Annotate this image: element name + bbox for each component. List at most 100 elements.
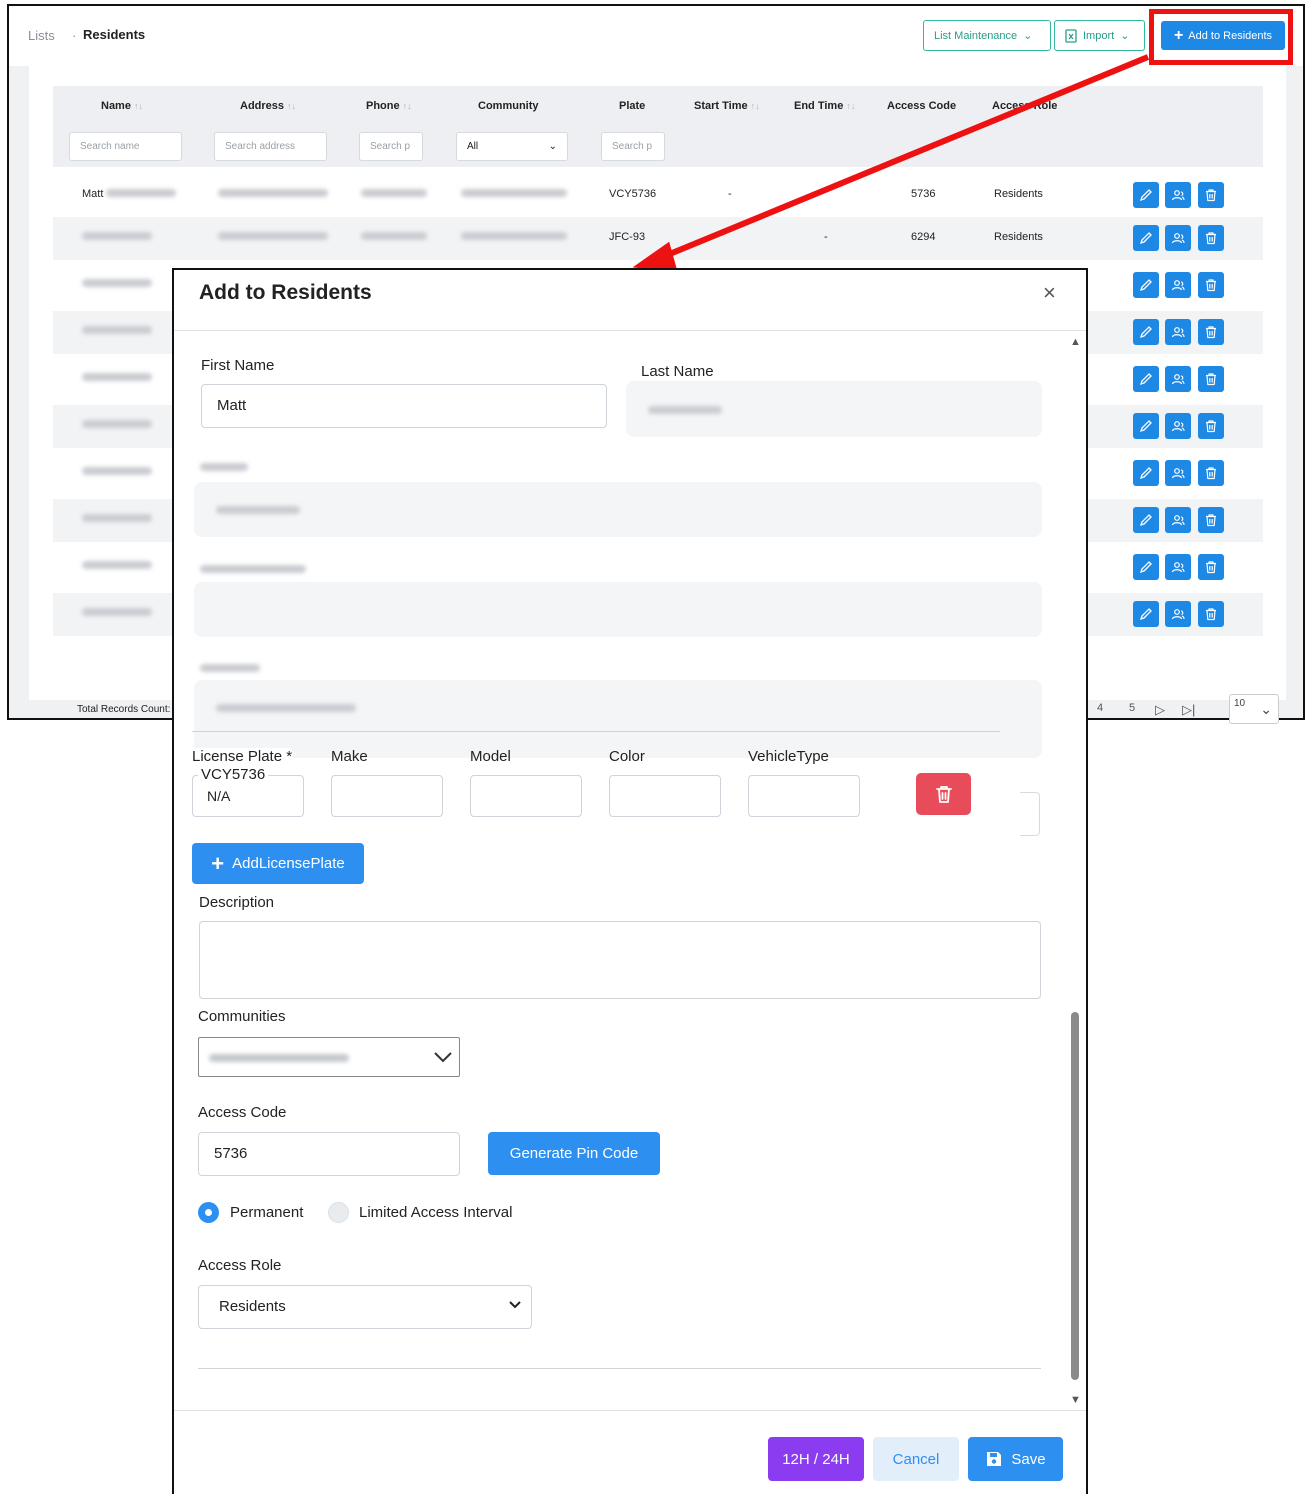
column-header-name[interactable]: Name ↑↓ — [101, 100, 143, 112]
column-header-phone[interactable]: Phone ↑↓ — [366, 100, 412, 112]
manage-users-button[interactable] — [1165, 507, 1191, 533]
cell-name — [82, 325, 152, 337]
manage-users-button[interactable] — [1165, 182, 1191, 208]
access-role-value: Residents — [219, 1298, 286, 1315]
communities-select[interactable] — [198, 1037, 460, 1077]
edit-button[interactable] — [1133, 413, 1159, 439]
address-input[interactable] — [194, 680, 1042, 758]
last-name-input[interactable] — [626, 381, 1042, 437]
delete-button[interactable] — [1198, 554, 1224, 580]
description-textarea[interactable] — [199, 921, 1041, 999]
access-code-input[interactable]: 5736 — [198, 1132, 460, 1176]
edit-button[interactable] — [1133, 366, 1159, 392]
edit-button[interactable] — [1133, 601, 1159, 627]
delete-button[interactable] — [1198, 272, 1224, 298]
manage-users-button[interactable] — [1165, 601, 1191, 627]
access-role-label: Access Role — [198, 1257, 282, 1274]
delete-button[interactable] — [1198, 366, 1224, 392]
time-format-toggle-button[interactable]: 12H / 24H — [768, 1437, 864, 1481]
redacted-text — [200, 565, 306, 573]
cell-access-code: 6294 — [911, 231, 936, 243]
manage-users-button[interactable] — [1165, 366, 1191, 392]
delete-button[interactable] — [1198, 507, 1224, 533]
add-license-plate-button[interactable]: + AddLicensePlate — [192, 843, 364, 884]
cell-access-code: 5736 — [911, 188, 936, 200]
delete-button[interactable] — [1198, 460, 1224, 486]
users-icon — [1171, 468, 1185, 479]
generate-pin-code-button[interactable]: Generate Pin Code — [488, 1132, 660, 1175]
cancel-button[interactable]: Cancel — [873, 1437, 959, 1481]
delete-button[interactable] — [1198, 319, 1224, 345]
import-button[interactable]: Import ⌄ — [1054, 20, 1145, 51]
background-field-edge — [1020, 792, 1040, 836]
breadcrumb-lists[interactable]: Lists — [28, 28, 55, 43]
edit-button[interactable] — [1133, 554, 1159, 580]
redacted-text — [82, 561, 152, 569]
page-5-link[interactable]: 5 — [1129, 702, 1135, 714]
color-input[interactable] — [609, 775, 721, 817]
scrollbar-thumb[interactable] — [1071, 1012, 1079, 1380]
vehicle-type-input[interactable] — [748, 775, 860, 817]
search-address-input[interactable]: Search address — [214, 132, 327, 161]
permanent-radio[interactable] — [198, 1202, 219, 1223]
scroll-down-icon[interactable]: ▼ — [1070, 1394, 1081, 1406]
limited-access-radio[interactable] — [328, 1202, 349, 1223]
delete-button[interactable] — [1198, 601, 1224, 627]
community-filter-select[interactable]: All ⌄ — [456, 132, 568, 161]
scroll-up-icon[interactable]: ▲ — [1070, 336, 1081, 348]
trash-icon — [1206, 514, 1216, 527]
top-bar: Lists · Residents List Maintenance ⌄ Imp… — [9, 6, 1303, 66]
edit-button[interactable] — [1133, 272, 1159, 298]
license-plate-label: License Plate * — [192, 748, 293, 765]
manage-users-button[interactable] — [1165, 413, 1191, 439]
modal-footer-divider — [174, 1410, 1086, 1411]
cell-phone — [361, 231, 427, 243]
list-maintenance-button[interactable]: List Maintenance ⌄ — [923, 20, 1051, 51]
next-page-icon[interactable]: ▷ — [1155, 702, 1165, 718]
page-size-select[interactable]: 10 ⌄ — [1229, 694, 1279, 724]
column-header-end-time[interactable]: End Time ↑↓ — [794, 100, 855, 112]
edit-button[interactable] — [1133, 319, 1159, 345]
phone-label-redacted — [194, 455, 254, 479]
color-label: Color — [609, 748, 645, 765]
edit-button[interactable] — [1133, 182, 1159, 208]
pencil-icon — [1139, 608, 1152, 621]
trash-icon — [1206, 326, 1216, 339]
search-name-input[interactable]: Search name — [69, 132, 182, 161]
search-phone-input[interactable]: Search p — [359, 132, 423, 161]
search-plate-input[interactable]: Search p — [601, 132, 665, 161]
manage-users-button[interactable] — [1165, 225, 1191, 251]
delete-button[interactable] — [1198, 413, 1224, 439]
access-code-label: Access Code — [198, 1104, 287, 1121]
email-input[interactable] — [194, 582, 1042, 637]
column-header-address[interactable]: Address ↑↓ — [240, 100, 296, 112]
trash-icon — [1206, 561, 1216, 574]
make-input[interactable] — [331, 775, 443, 817]
phone-input[interactable] — [194, 482, 1042, 537]
manage-users-button[interactable] — [1165, 554, 1191, 580]
last-name-label: Last Name — [641, 363, 714, 380]
cell-name — [82, 231, 152, 243]
edit-button[interactable] — [1133, 460, 1159, 486]
column-header-start-time[interactable]: Start Time ↑↓ — [694, 100, 760, 112]
manage-users-button[interactable] — [1165, 460, 1191, 486]
total-records-count: Total Records Count: 6 — [77, 704, 179, 715]
delete-plate-button[interactable] — [916, 773, 971, 815]
last-page-icon[interactable]: ▷| — [1182, 702, 1195, 718]
delete-button[interactable] — [1198, 225, 1224, 251]
vehicle-type-label: VehicleType — [748, 748, 829, 765]
redacted-text — [82, 467, 152, 475]
modal-header-divider — [174, 330, 1086, 331]
close-icon[interactable]: × — [1043, 282, 1056, 304]
access-role-select[interactable]: Residents — [198, 1285, 532, 1329]
page-4-link[interactable]: 4 — [1097, 702, 1103, 714]
save-button[interactable]: Save — [968, 1437, 1063, 1481]
edit-button[interactable] — [1133, 507, 1159, 533]
manage-users-button[interactable] — [1165, 319, 1191, 345]
save-label: Save — [1011, 1450, 1046, 1468]
model-input[interactable] — [470, 775, 582, 817]
edit-button[interactable] — [1133, 225, 1159, 251]
first-name-input[interactable]: Matt — [201, 384, 607, 428]
delete-button[interactable] — [1198, 182, 1224, 208]
manage-users-button[interactable] — [1165, 272, 1191, 298]
